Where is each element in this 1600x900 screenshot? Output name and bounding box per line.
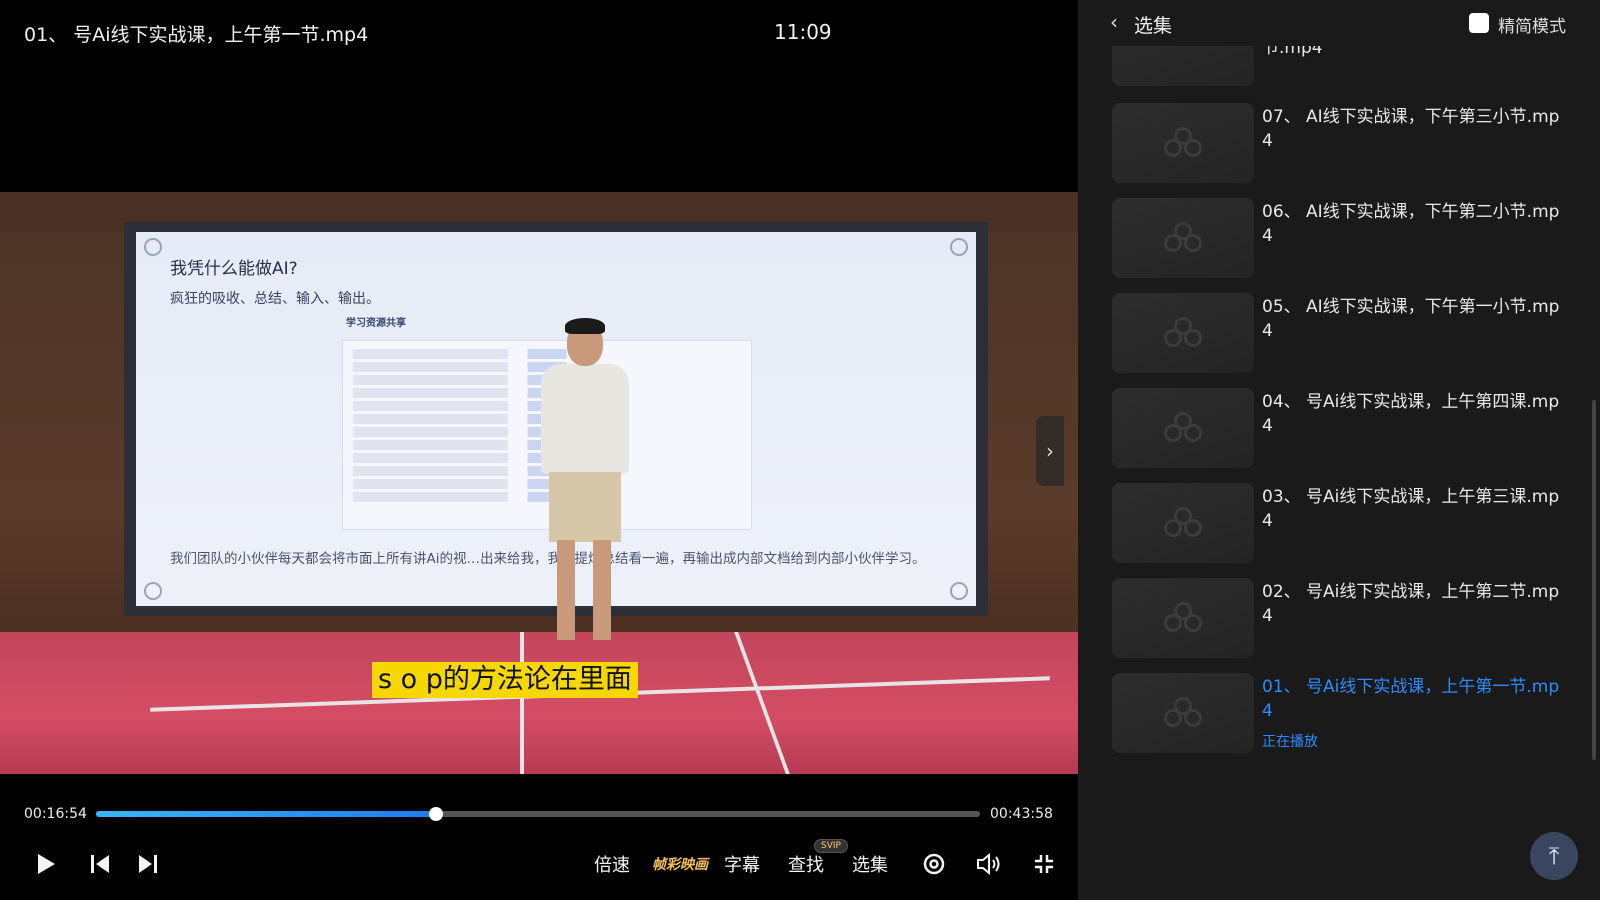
placeholder-logo-icon bbox=[1164, 697, 1202, 729]
settings-button[interactable] bbox=[920, 848, 948, 880]
episode-thumbnail bbox=[1112, 673, 1254, 753]
sidebar-title: 选集 bbox=[1134, 15, 1173, 37]
video-subtitle: s o p的方法论在里面 bbox=[372, 662, 638, 698]
current-time: 00:16:54 bbox=[24, 806, 87, 822]
exit-fullscreen-button[interactable] bbox=[1030, 848, 1058, 880]
placeholder-logo-icon bbox=[1164, 222, 1202, 254]
episode-item[interactable]: 07、 AI线下实战课，下午第三小节.mp4 bbox=[1112, 103, 1582, 183]
episode-title: 02、 号Ai线下实战课，上午第二节.mp4 bbox=[1262, 582, 1560, 626]
collapse-sidebar-button[interactable]: › bbox=[1036, 416, 1064, 486]
video-player: 01、 号Ai线下实战课，上午第一节.mp4 11:09 我凭什么能做AI? 疯… bbox=[0, 0, 1078, 900]
episode-thumbnail bbox=[1112, 293, 1254, 373]
clock: 11:09 bbox=[774, 20, 832, 44]
episode-item[interactable]: 02、 号Ai线下实战课，上午第二节.mp4 bbox=[1112, 578, 1582, 658]
episode-item[interactable]: 01、 号Ai线下实战课，上午第一节.mp4 正在播放 bbox=[1112, 673, 1582, 753]
volume-icon bbox=[977, 852, 1000, 876]
play-icon bbox=[38, 854, 55, 874]
episode-thumbnail bbox=[1112, 103, 1254, 183]
speaker bbox=[535, 318, 635, 642]
arrow-up-icon: ⤒ bbox=[1548, 842, 1560, 870]
placeholder-logo-icon bbox=[1164, 602, 1202, 634]
episode-item[interactable]: 06、 AI线下实战课，下午第二小节.mp4 bbox=[1112, 198, 1582, 278]
episode-title: 04、 号Ai线下实战课，上午第四课.mp4 bbox=[1262, 392, 1560, 436]
slide-logo-icon bbox=[950, 582, 968, 600]
previous-button[interactable] bbox=[86, 848, 114, 880]
skip-next-icon bbox=[139, 855, 157, 873]
sidebar-header: ‹ 选集 精简模式 bbox=[1078, 0, 1600, 46]
slide-title: 我凭什么能做AI? bbox=[170, 259, 298, 279]
episode-title: 01、 号Ai线下实战课，上午第一节.mp4 bbox=[1262, 677, 1560, 721]
episode-item[interactable]: 05、 AI线下实战课，下午第一小节.mp4 bbox=[1112, 293, 1582, 373]
episode-item[interactable]: 03、 号Ai线下实战课，上午第三课.mp4 bbox=[1112, 483, 1582, 563]
speed-button[interactable]: 倍速 bbox=[592, 848, 632, 880]
video-frame[interactable]: 我凭什么能做AI? 疯狂的吸收、总结、输入、输出。 学习资源共享 我们团队的小伙… bbox=[0, 192, 1078, 774]
video-title: 01、 号Ai线下实战课，上午第一节.mp4 bbox=[24, 24, 369, 46]
chevron-right-icon: › bbox=[1046, 439, 1054, 463]
play-button[interactable] bbox=[32, 848, 60, 880]
episode-thumbnail bbox=[1112, 388, 1254, 468]
episode-item[interactable]: 04、 号Ai线下实战课，上午第四课.mp4 bbox=[1112, 388, 1582, 468]
placeholder-logo-icon bbox=[1164, 507, 1202, 539]
progress-bar[interactable] bbox=[96, 807, 980, 821]
search-button[interactable]: 查找 bbox=[786, 848, 826, 880]
episode-title: 07、 AI线下实战课，下午第三小节.mp4 bbox=[1262, 107, 1560, 151]
back-button[interactable]: ‹ bbox=[1110, 10, 1118, 34]
episode-sidebar: ‹ 选集 精简模式 节.mp4 07、 AI线下实战课，下午第三小节.mp4 06… bbox=[1078, 0, 1600, 900]
simple-mode-checkbox[interactable] bbox=[1469, 13, 1489, 33]
gear-icon bbox=[923, 853, 945, 875]
subtitle-button[interactable]: 字幕 bbox=[722, 848, 762, 880]
volume-button[interactable] bbox=[974, 848, 1004, 880]
now-playing-indicator: 正在播放 bbox=[1262, 734, 1318, 750]
episodes-button[interactable]: 选集 bbox=[850, 848, 890, 880]
slide-table-title: 学习资源共享 bbox=[346, 318, 406, 329]
skip-previous-icon bbox=[91, 855, 109, 873]
stage bbox=[0, 632, 1078, 774]
episode-title: 06、 AI线下实战课，下午第二小节.mp4 bbox=[1262, 202, 1560, 246]
chevron-left-icon: ‹ bbox=[1110, 10, 1118, 34]
episode-thumbnail bbox=[1112, 198, 1254, 278]
episode-thumbnail bbox=[1112, 578, 1254, 658]
placeholder-logo-icon bbox=[1164, 317, 1202, 349]
back-to-top-button[interactable]: ⤒ bbox=[1530, 832, 1578, 880]
brand-button[interactable]: 帧彩映画 bbox=[650, 848, 710, 880]
episode-title: 05、 AI线下实战课，下午第一小节.mp4 bbox=[1262, 297, 1560, 341]
exit-fullscreen-icon bbox=[1035, 855, 1053, 873]
sidebar-scrollbar[interactable] bbox=[1592, 400, 1596, 760]
placeholder-logo-icon bbox=[1164, 412, 1202, 444]
episode-thumbnail bbox=[1112, 483, 1254, 563]
next-button[interactable] bbox=[134, 848, 162, 880]
simple-mode-label[interactable]: 精简模式 bbox=[1498, 12, 1566, 37]
slide-logo-icon bbox=[144, 238, 162, 256]
episode-title: 03、 号Ai线下实战课，上午第三课.mp4 bbox=[1262, 487, 1560, 531]
slide-logo-icon bbox=[144, 582, 162, 600]
placeholder-logo-icon bbox=[1164, 127, 1202, 159]
progress-fill bbox=[96, 811, 436, 817]
progress-handle[interactable] bbox=[429, 807, 443, 821]
total-time: 00:43:58 bbox=[990, 806, 1053, 822]
slide-subtitle: 疯狂的吸收、总结、输入、输出。 bbox=[170, 291, 380, 307]
slide-logo-icon bbox=[950, 238, 968, 256]
